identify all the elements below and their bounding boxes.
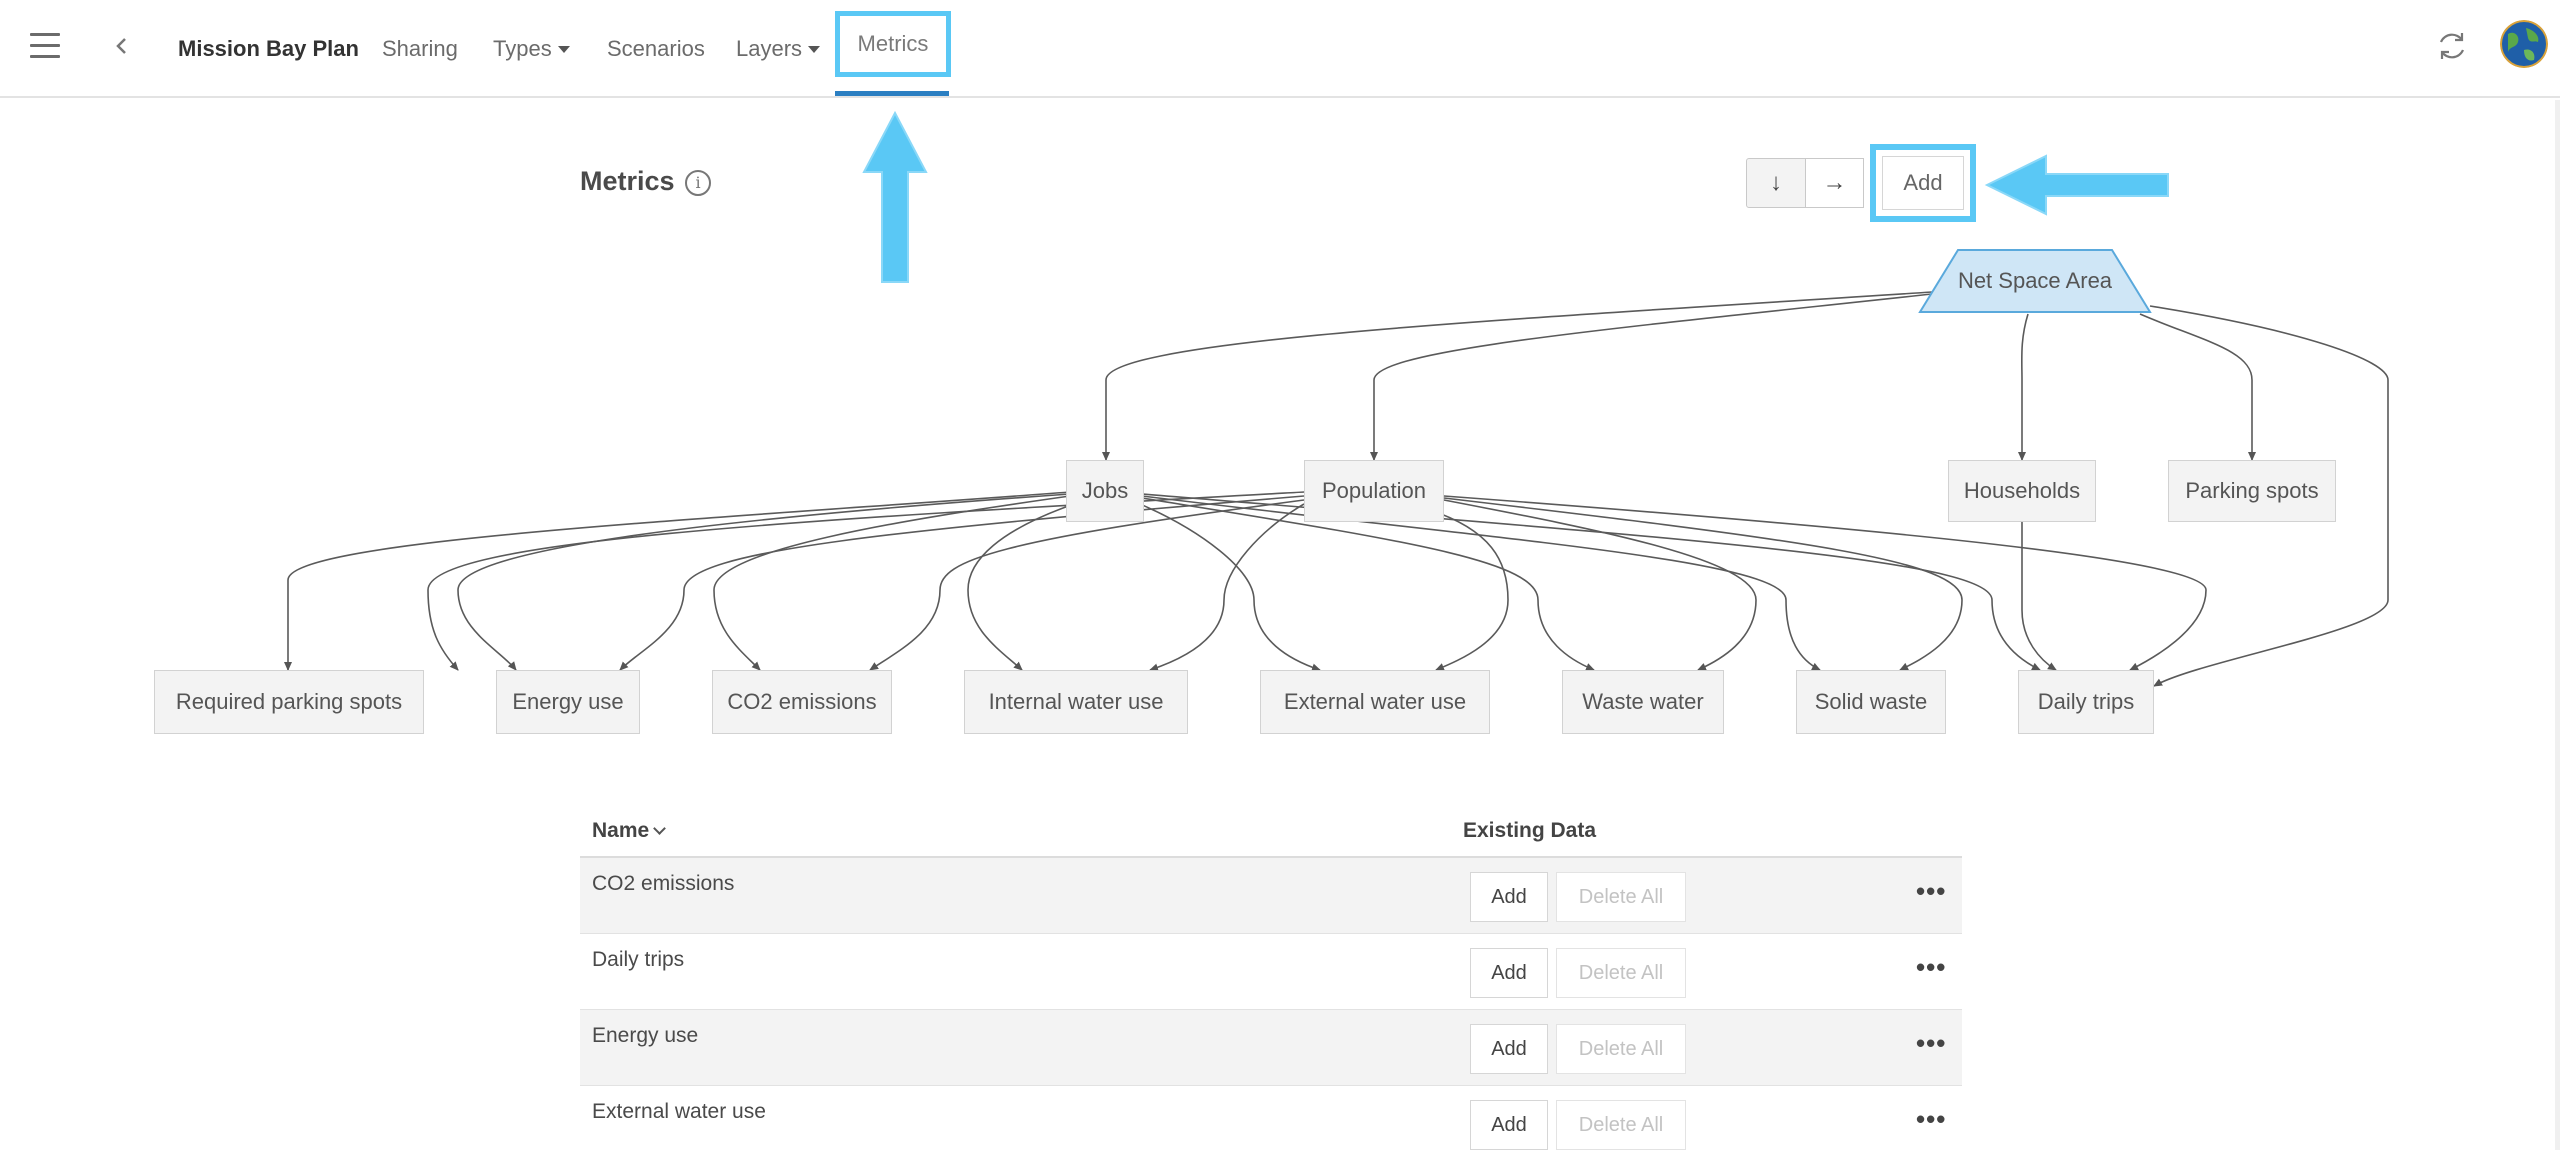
row-add-button[interactable]: Add (1470, 872, 1548, 922)
node-population[interactable]: Population (1304, 460, 1444, 522)
node-households[interactable]: Households (1948, 460, 2096, 522)
row-add-button[interactable]: Add (1470, 1100, 1548, 1150)
row-name: Daily trips (592, 948, 685, 971)
row-add-button[interactable]: Add (1470, 948, 1548, 998)
table-row: Energy use Add Delete All ••• (580, 1010, 1962, 1086)
node-waste-water[interactable]: Waste water (1562, 670, 1724, 734)
row-more-options-icon[interactable]: ••• (1916, 1104, 1946, 1135)
node-net-space-area[interactable]: Net Space Area (1950, 248, 2120, 314)
node-energy-use[interactable]: Energy use (496, 670, 640, 734)
table-row: CO2 emissions Add Delete All ••• (580, 858, 1962, 934)
node-external-water-use[interactable]: External water use (1260, 670, 1490, 734)
node-internal-water-use[interactable]: Internal water use (964, 670, 1188, 734)
row-delete-all-button[interactable]: Delete All (1556, 1100, 1686, 1150)
row-delete-all-button[interactable]: Delete All (1556, 1024, 1686, 1074)
edge-jobs-internalwater (967, 503, 1075, 671)
row-more-options-icon[interactable]: ••• (1916, 876, 1946, 907)
row-delete-all-button[interactable]: Delete All (1556, 948, 1686, 998)
row-more-options-icon[interactable]: ••• (1916, 952, 1946, 983)
edge-pop-dailytrips (1443, 497, 1963, 671)
row-name: Energy use (592, 1024, 699, 1047)
edge-pop-externalwater (1149, 503, 1305, 672)
table-row: External water use Add Delete All ••• (580, 1086, 1962, 1150)
table-header: Name Existing Data (580, 806, 1962, 858)
node-solid-waste[interactable]: Solid waste (1796, 670, 1946, 734)
node-required-parking-spots[interactable]: Required parking spots (154, 670, 424, 734)
edge-netspace-parking (2139, 313, 2256, 461)
row-add-button[interactable]: Add (1470, 1024, 1548, 1074)
edge-jobs-reqparking (284, 491, 1071, 671)
scrollbar-track[interactable] (2555, 100, 2560, 1150)
row-name: External water use (592, 1100, 766, 1123)
edge-households-dailytrips (2021, 522, 2057, 671)
node-co2-emissions[interactable]: CO2 emissions (712, 670, 892, 734)
edge-netspace-households (2018, 313, 2029, 461)
edge-pop-solidwaste (1443, 499, 1757, 671)
edge-pop-internalwater (869, 499, 1305, 671)
node-jobs[interactable]: Jobs (1066, 460, 1144, 522)
edge-jobs-externalwater (1139, 503, 1321, 672)
row-name: CO2 emissions (592, 872, 735, 895)
edge-netspace-jobs (1102, 291, 1933, 461)
row-more-options-icon[interactable]: ••• (1916, 1028, 1946, 1059)
column-header-existing-data: Existing Data (1463, 819, 1597, 842)
column-header-name-label: Name (592, 819, 650, 842)
row-delete-all-button[interactable]: Delete All (1556, 872, 1686, 922)
column-header-name[interactable]: Name (592, 819, 667, 843)
table-row: Daily trips Add Delete All ••• (580, 934, 1962, 1010)
metrics-table: Name Existing Data CO2 emissions Add Del… (580, 806, 1962, 1150)
edge-jobs-energy (457, 493, 1071, 671)
sort-chevron-icon (653, 822, 667, 835)
node-parking-spots[interactable]: Parking spots (2168, 460, 2336, 522)
node-daily-trips[interactable]: Daily trips (2018, 670, 2154, 734)
edge-netspace-population (1370, 293, 1933, 461)
edge-jobs-wastewater (1141, 497, 1595, 671)
